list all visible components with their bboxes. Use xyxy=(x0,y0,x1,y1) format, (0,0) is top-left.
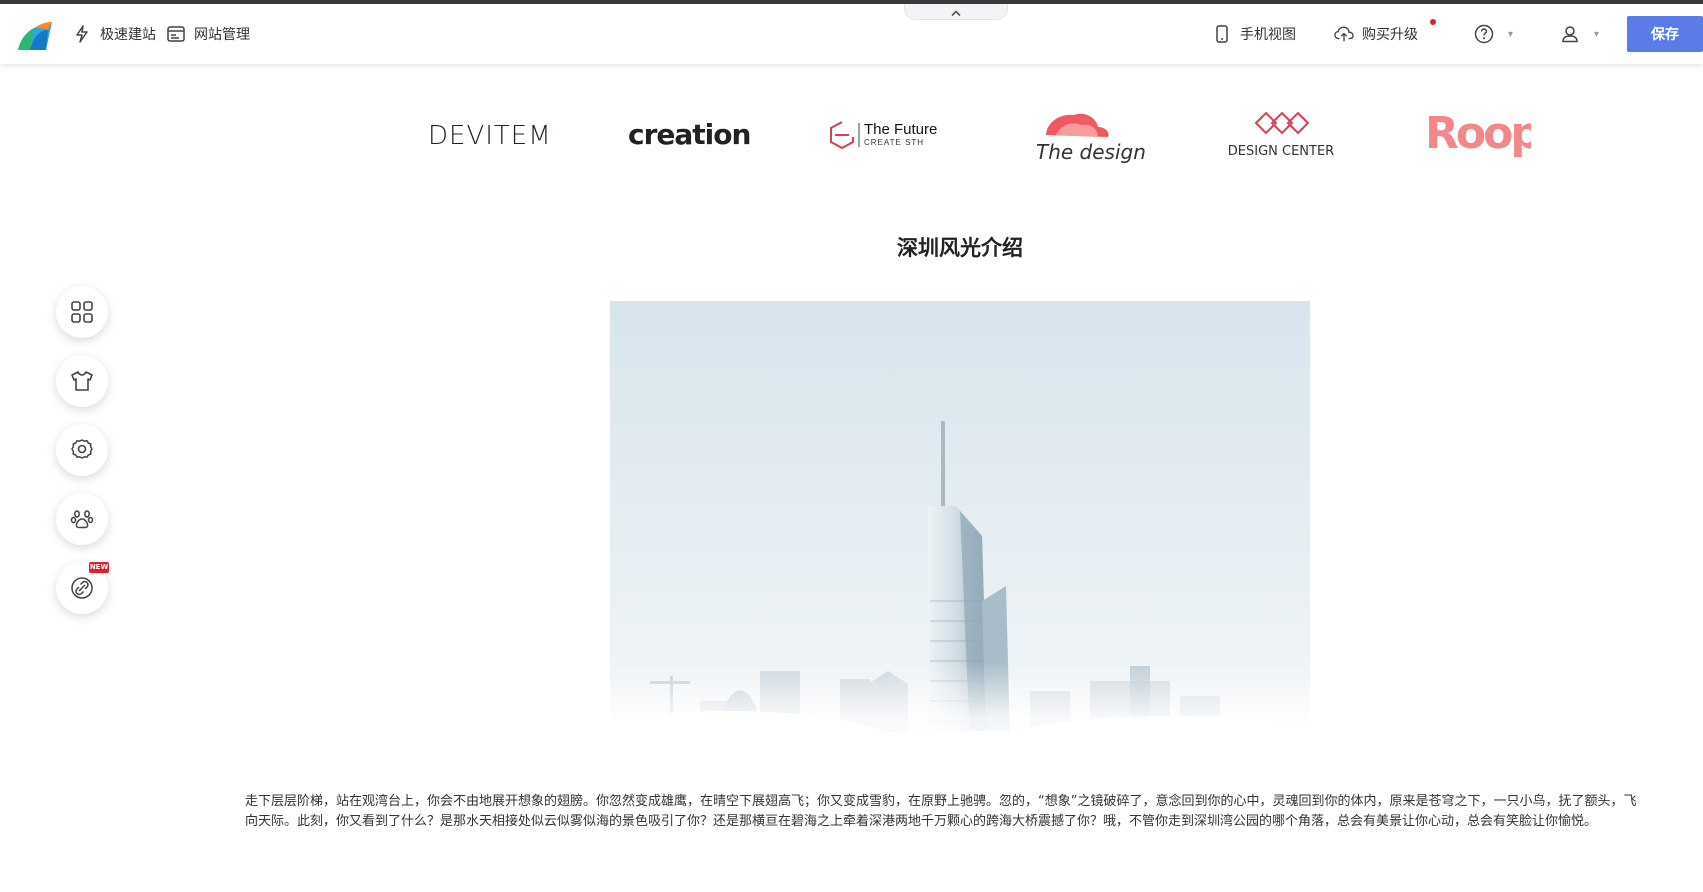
sidebar-theme-button[interactable] xyxy=(56,355,108,407)
link-icon xyxy=(71,577,93,599)
brand-logo-design-center[interactable]: DESIGN CENTER xyxy=(1216,100,1346,170)
svg-text:DESIGN CENTER: DESIGN CENTER xyxy=(1228,144,1334,159)
chevron-down-icon: ▾ xyxy=(1594,28,1600,40)
mobile-view-button[interactable]: 手机视图 xyxy=(1212,4,1296,64)
the-design-logo: The design xyxy=(1036,113,1146,164)
hero-image-city-fog[interactable] xyxy=(610,301,1310,775)
section-title: 深圳风光介绍 xyxy=(897,236,1023,260)
buy-upgrade-label: 购买升级 xyxy=(1362,27,1418,43)
grid-icon xyxy=(71,301,93,323)
brand-logo-row: DEVITEMS creation The Future CREATE STH … xyxy=(0,100,1703,170)
svg-text:CREATE STH: CREATE STH xyxy=(864,138,924,147)
buy-upgrade-button[interactable]: 购买升级 xyxy=(1334,4,1418,64)
quick-build-button[interactable]: 极速建站 xyxy=(72,4,156,64)
svg-text:Roop: Roop xyxy=(1425,108,1531,159)
design-center-logo: DESIGN CENTER xyxy=(1228,111,1334,159)
help-circle-icon xyxy=(1474,24,1494,44)
brand-logo-devitems[interactable]: DEVITEMS xyxy=(426,100,556,170)
upgrade-notice-dot xyxy=(1430,19,1436,25)
new-badge: NEW xyxy=(89,562,109,573)
brand-logo-the-future[interactable]: The Future CREATE STH xyxy=(826,100,952,170)
the-future-logo: The Future CREATE STH xyxy=(830,121,937,150)
creation-logo: creation xyxy=(628,118,750,151)
paw-icon xyxy=(70,510,94,529)
brand-logo-the-design[interactable]: The design xyxy=(1026,100,1146,170)
devitems-logo: DEVITEMS xyxy=(428,121,554,150)
svg-text:DEVITEMS: DEVITEMS xyxy=(428,121,554,150)
site-manage-button[interactable]: 网站管理 xyxy=(166,4,250,64)
brand-logo-roop[interactable]: Roop xyxy=(1416,100,1536,170)
app-logo[interactable] xyxy=(16,16,56,56)
tshirt-icon xyxy=(71,371,93,391)
user-icon xyxy=(1560,24,1580,44)
svg-text:The Future: The Future xyxy=(864,121,937,138)
chevron-down-icon: ▾ xyxy=(1508,28,1514,40)
top-toolbar: 极速建站 网站管理 手机视图 购买升级 ▾ ▾ 保存 xyxy=(0,4,1703,64)
collapse-toolbar-tab[interactable] xyxy=(904,4,1008,20)
sidebar-paw-button[interactable] xyxy=(56,493,108,545)
lightning-icon xyxy=(72,24,92,44)
svg-text:The design: The design xyxy=(1036,140,1146,164)
user-menu[interactable]: ▾ xyxy=(1560,4,1599,64)
cloud-upload-icon xyxy=(1334,24,1354,44)
svg-text:creation: creation xyxy=(628,118,750,151)
gear-icon xyxy=(71,439,93,459)
brand-logo-creation[interactable]: creation xyxy=(626,100,750,170)
quick-build-label: 极速建站 xyxy=(100,27,156,43)
phone-icon xyxy=(1212,24,1232,44)
save-button[interactable]: 保存 xyxy=(1627,16,1703,52)
help-menu[interactable]: ▾ xyxy=(1474,4,1513,64)
roop-logo: Roop xyxy=(1425,108,1531,159)
mobile-view-label: 手机视图 xyxy=(1240,27,1296,43)
section-description: 走下层层阶梯，站在观湾台上，你会不由地展开想象的翅膀。你忽然变成雄鹰，在晴空下展… xyxy=(245,794,1637,829)
site-manage-label: 网站管理 xyxy=(194,27,250,43)
sidebar-components-button[interactable] xyxy=(56,286,108,338)
browser-window-icon xyxy=(166,24,186,44)
chevron-up-icon xyxy=(950,2,962,21)
sidebar-settings-button[interactable] xyxy=(56,424,108,476)
